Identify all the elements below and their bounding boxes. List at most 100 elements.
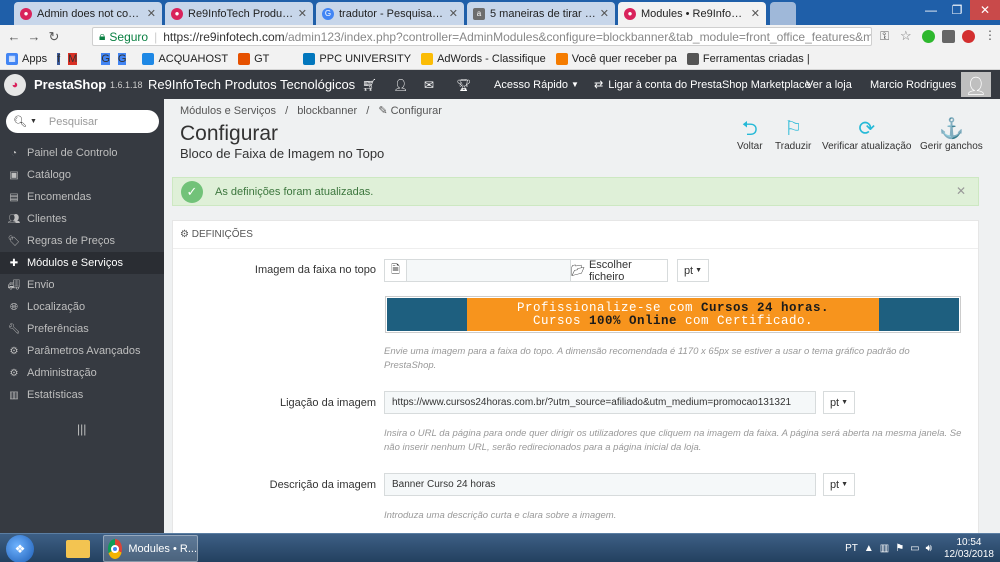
close-icon[interactable]: ✕ [751,7,760,20]
file-icon: 🗎 [384,259,407,282]
battery-icon[interactable]: ▭ [910,543,919,554]
close-icon[interactable]: ✕ [956,184,966,198]
caret-down-icon: ▼ [571,80,579,89]
sidebar-item-preferences[interactable]: 🔧︎ Preferências [0,318,164,340]
flag-icon[interactable]: ⚑ [895,543,904,554]
browser-tab[interactable]: a 5 maneiras de tirar print ✕ [467,2,615,25]
close-icon[interactable]: ✕ [600,7,609,20]
back-arrow-icon[interactable]: ← [4,29,24,44]
avatar[interactable]: 👤︎ [961,72,991,97]
close-window-icon[interactable]: ✕ [970,0,1000,20]
volume-icon[interactable]: 🔊︎ [926,543,932,554]
caret-down-icon[interactable]: ▼ [30,118,37,125]
extension-k-icon[interactable] [942,30,955,43]
breadcrumb-item[interactable]: Módulos e Serviços [180,105,276,117]
clock[interactable]: 10:54 12/03/2018 [944,537,994,561]
google-icon[interactable]: G [101,52,110,65]
trophy-icon[interactable]: 🏆︎ [456,70,471,99]
view-shop-link[interactable]: Ver a loja [806,70,852,99]
reload-icon[interactable]: ↻ [44,29,64,45]
sidebar-item-customers[interactable]: 👥︎ Clientes [0,208,164,230]
sidebar-item-localization[interactable]: 🌐︎ Localização [0,296,164,318]
sidebar-item-advanced[interactable]: ⚙ Parâmetros Avançados [0,340,164,362]
bookmark-acquahost[interactable]: ACQUAHOST [142,52,228,65]
file-explorer-icon[interactable] [58,535,98,562]
network-icon[interactable]: ▥ [880,543,889,554]
shop-name[interactable]: Re9InfoTech Produtos Tecnológicos [148,70,355,99]
taskbar-chrome-window[interactable]: Modules • R... [103,535,198,562]
bookmark-adwords[interactable]: AdWords - Classifique [421,52,546,65]
browser-tab[interactable]: G tradutor - Pesquisa Goog ✕ [316,2,464,25]
gmail-icon[interactable]: M [68,52,78,65]
sidebar-item-stats[interactable]: ▥ Estatísticas [0,384,164,406]
image-link-input[interactable]: https://www.cursos24horas.com.br/?utm_so… [384,391,816,414]
sidebar-item-dashboard[interactable]: ◔ Painel de Controlo [0,142,164,164]
star-icon[interactable]: ☆ [900,28,912,44]
cogs-icon: ⚙ [9,345,19,357]
bookmark-ferramentas[interactable]: Ferramentas criadas | [686,52,810,65]
minimize-icon[interactable]: — [918,0,944,20]
mail-icon[interactable]: ✉ [424,70,434,99]
prestashop-logo-icon[interactable]: ◕ [4,73,26,96]
new-tab-button[interactable] [770,2,796,25]
quick-access-menu[interactable]: Acesso Rápido ▼ [494,70,579,99]
browser-tab-active[interactable]: ● Modules • Re9InfoTech P ✕ [618,2,766,25]
back-button[interactable]: ⮌ Voltar [737,117,763,152]
collapse-menu-icon[interactable]: ||| [77,422,86,436]
breadcrumb-item[interactable]: blockbanner [297,105,357,117]
address-bar[interactable]: 🔒︎ Seguro | https://re9infotech.com /adm… [92,27,872,46]
windows-start-icon[interactable]: ❖ [6,535,34,562]
bookmark-ppc-university[interactable]: PPC UNIVERSITY [303,52,411,65]
anchor-icon: ⚓ [938,118,964,140]
lock-icon: 🔒︎ [99,29,106,43]
sidebar-item-catalog[interactable]: ▣ Catálogo [0,164,164,186]
sidebar-item-administration[interactable]: ⚙ Administração [0,362,164,384]
google-icon[interactable]: G [117,52,127,65]
cart-icon[interactable]: 🛒︎ [362,70,377,99]
user-menu[interactable]: Marcio Rodrigues▼ [870,70,967,99]
maximize-icon[interactable]: ❐ [944,0,970,20]
bookmark-gt[interactable]: GT [238,52,269,65]
image-field-label: Imagem da faixa no topo [254,264,376,276]
link-field-label: Ligação da imagem [279,397,376,409]
forward-arrow-icon[interactable]: → [24,29,44,44]
key-icon[interactable]: ⚿ [880,29,889,44]
google-icon: G [322,7,334,20]
facebook-icon[interactable]: f [57,52,61,65]
browser-tab[interactable]: ● Re9InfoTech Produtos Te ✕ [165,2,313,25]
close-icon[interactable]: ✕ [449,7,458,20]
sidebar-item-orders[interactable]: ▤ Encomendas [0,186,164,208]
language-select[interactable]: pt ▼ [823,473,855,496]
sidebar-item-modules[interactable]: ✚ Módulos e Serviços [0,252,164,274]
panel-heading: ⚙ DEFINIÇÕES [180,229,253,240]
user-icon[interactable]: 👤︎ [393,70,408,99]
caret-down-icon: ▼ [841,399,849,406]
extension-green-icon[interactable] [922,30,935,43]
extension-red-icon[interactable] [962,30,975,43]
close-icon[interactable]: ✕ [298,7,307,20]
bookmark-voce-quer[interactable]: Você quer receber pa [555,52,677,65]
choose-file-button[interactable]: 📂︎ Escolher ficheiro [570,259,668,283]
bookmark-icon [555,52,568,65]
image-description-input[interactable]: Banner Curso 24 horas [384,473,816,496]
language-select[interactable]: pt ▼ [823,391,855,414]
bookmark-apps[interactable]: ▦ Apps [6,52,47,65]
system-tray: PT ▲ ▥ ⚑ ▭ 🔊︎ 10:54 12/03/2018 [845,536,994,561]
language-select[interactable]: pt ▼ [677,259,709,282]
check-update-button[interactable]: ⟳ Verificar atualização [822,117,912,152]
file-name-field[interactable] [406,259,571,282]
manage-hooks-button[interactable]: ⚓ Gerir ganchos [920,117,983,152]
prestashop-icon: ● [20,7,32,20]
link-icon: ⇄ [594,79,604,91]
marketplace-link[interactable]: ⇄ Ligar à conta do PrestaShop Marketplace [594,70,811,99]
close-icon[interactable]: ✕ [147,7,156,20]
translate-button[interactable]: ⚐ Traduzir [775,117,811,152]
sidebar-item-shipping[interactable]: 🚚︎ Envio [0,274,164,296]
sidebar-item-price-rules[interactable]: 🏷︎ Regras de Preços [0,230,164,252]
banner-image-preview: Profissionalize-se com Cursos 24 horas. … [385,296,961,333]
menu-dots-icon[interactable]: ⋮ [984,28,996,42]
brand-name[interactable]: PrestaShop [34,70,106,99]
search-input[interactable]: 🔍︎ ▼ Pesquisar [6,110,159,133]
browser-tab[interactable]: ● Admin does not configur ✕ [14,2,162,25]
tray-arrow-icon[interactable]: ▲ [864,543,874,554]
